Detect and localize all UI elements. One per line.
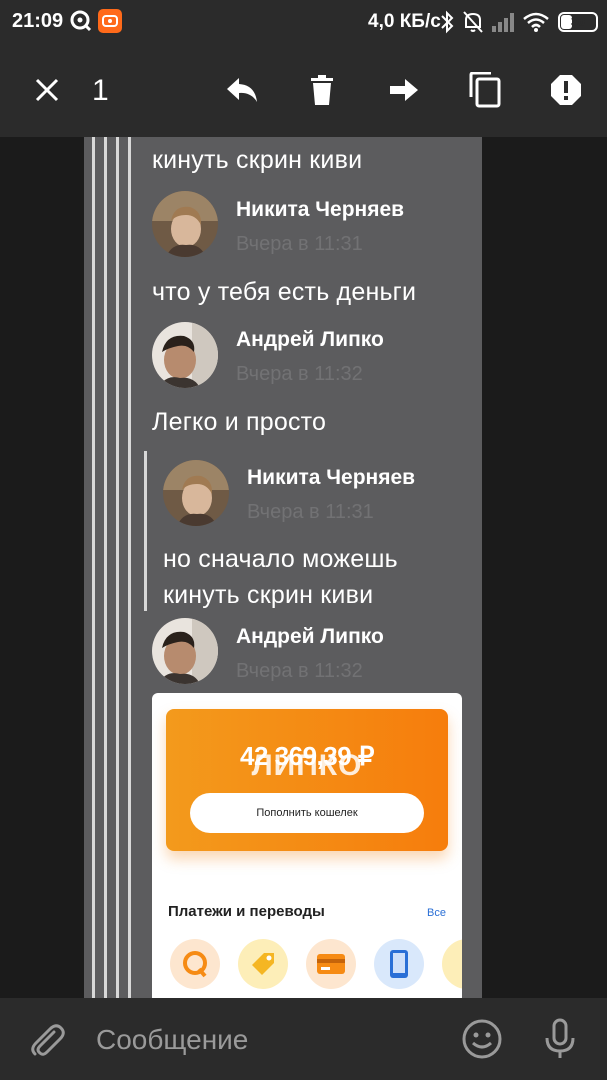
quote-line [128, 137, 131, 998]
signal-icon [492, 12, 516, 37]
close-icon [35, 78, 59, 102]
wifi-icon [522, 11, 550, 38]
delete-icon [311, 75, 333, 105]
message-author[interactable]: Никита Черняев [236, 198, 404, 222]
card-icon [306, 939, 356, 989]
bluetooth-icon [440, 10, 454, 39]
message-time: Вчера в 11:31 [247, 501, 374, 523]
battery-icon: 30 [558, 12, 598, 32]
forward-icon [390, 79, 418, 101]
avatar[interactable] [152, 322, 218, 388]
close-selection-button[interactable] [25, 68, 69, 112]
reply-button[interactable] [220, 68, 264, 112]
smiley-icon [462, 1019, 502, 1059]
more-service-icon [442, 939, 462, 989]
nested-quote-line [144, 451, 147, 611]
reply-icon [227, 78, 257, 102]
message-time: Вчера в 11:31 [236, 233, 363, 255]
message-time: Вчера в 11:32 [236, 363, 363, 385]
voice-record-button[interactable] [537, 1016, 583, 1062]
paperclip-icon [31, 1024, 65, 1056]
message-thread[interactable]: кинуть скрин киви Никита Черняев Вчера в… [0, 137, 607, 998]
message-text: что у тебя есть деньги [152, 278, 417, 306]
status-bar: 21:09 4,0 КБ/с 30 [0, 0, 607, 44]
message-author[interactable]: Андрей Липко [236, 625, 384, 649]
quote-line [104, 137, 107, 998]
message-text: но сначало можешь [163, 545, 398, 573]
message-author[interactable]: Андрей Липко [236, 328, 384, 352]
qiwi-balance-card: 42 369,39 ₽ ЛИПКО Пополнить кошелек [166, 709, 448, 851]
chat-notification-icon [70, 10, 92, 37]
selected-count: 1 [92, 74, 109, 107]
attach-button[interactable] [24, 1016, 70, 1062]
message-author[interactable]: Никита Черняев [247, 466, 415, 490]
qiwi-overlay-text: ЛИПКО [251, 749, 363, 782]
qiwi-section-title: Платежи и переводы [168, 903, 325, 920]
microphone-icon [545, 1018, 575, 1058]
recorder-app-icon [98, 9, 122, 38]
message-input-bar: Сообщение [0, 998, 607, 1080]
attached-image[interactable]: 42 369,39 ₽ ЛИПКО Пополнить кошелек Плат… [152, 693, 462, 998]
message-text: кинуть скрин киви [152, 146, 363, 174]
quote-line [116, 137, 119, 998]
message-time: Вчера в 11:32 [236, 660, 363, 682]
status-time: 21:09 [12, 10, 64, 32]
network-speed: 4,0 КБ/с [368, 11, 441, 32]
copy-icon [469, 72, 501, 108]
copy-button[interactable] [463, 68, 507, 112]
qiwi-all-link: Все [427, 907, 446, 919]
phone-icon [374, 939, 424, 989]
delete-button[interactable] [300, 68, 344, 112]
mute-bell-icon [462, 10, 484, 39]
emoji-button[interactable] [459, 1016, 505, 1062]
forward-button[interactable] [382, 68, 426, 112]
app-root: 21:09 4,0 КБ/с 30 1 кинуть скрин киви Ни… [0, 0, 607, 1080]
quote-line [92, 137, 95, 998]
message-input[interactable]: Сообщение [96, 1024, 248, 1056]
avatar[interactable] [152, 618, 218, 684]
message-text: Легко и просто [152, 408, 327, 436]
report-icon [551, 75, 581, 105]
qiwi-topup-button: Пополнить кошелек [190, 793, 424, 833]
message-text: кинуть скрин киви [163, 581, 374, 609]
selection-action-bar: 1 [0, 44, 607, 137]
qiwi-logo-icon [170, 939, 220, 989]
report-button[interactable] [544, 68, 588, 112]
tag-icon [238, 939, 288, 989]
avatar[interactable] [163, 460, 229, 526]
battery-percent: 30 [570, 14, 586, 29]
avatar[interactable] [152, 191, 218, 257]
